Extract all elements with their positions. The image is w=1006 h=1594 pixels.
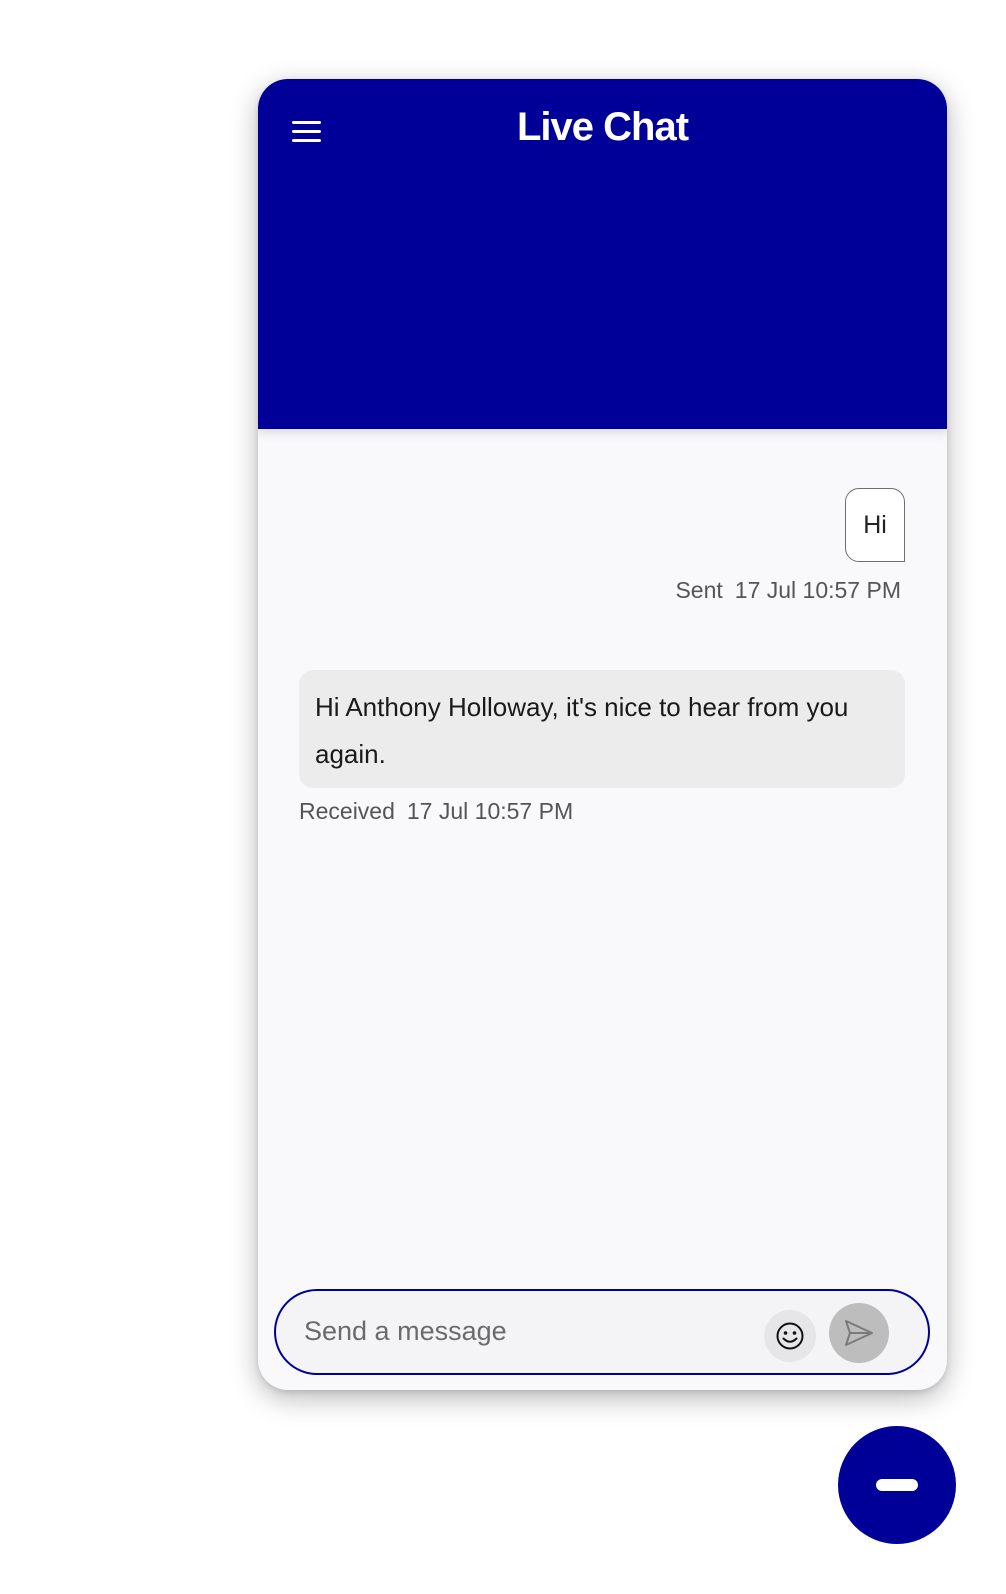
message-input[interactable] [304, 1309, 744, 1353]
minimize-icon [876, 1479, 918, 1491]
emoji-button[interactable] [764, 1310, 816, 1362]
sent-message-meta: Sent 17 Jul 10:57 PM [675, 577, 901, 604]
sent-message-bubble: Hi [845, 488, 905, 562]
message-timestamp: 17 Jul 10:57 PM [734, 577, 901, 603]
paper-plane-icon [845, 1320, 873, 1346]
chat-widget: Live Chat Hi Sent 17 Jul 10:57 PM Hi Anth… [258, 79, 947, 1390]
message-status: Sent [675, 577, 723, 603]
message-status: Received [299, 798, 395, 824]
send-button[interactable] [829, 1303, 889, 1363]
received-message-meta: Received 17 Jul 10:57 PM [299, 798, 573, 825]
chat-header: Live Chat [258, 79, 947, 429]
message-timestamp: 17 Jul 10:57 PM [406, 798, 574, 824]
message-composer [274, 1289, 930, 1375]
smiley-icon [776, 1322, 804, 1350]
received-message-bubble: Hi Anthony Holloway, it's nice to hear f… [299, 670, 905, 788]
chat-title: Live Chat [516, 105, 689, 149]
minimize-chat-button[interactable] [838, 1426, 956, 1544]
